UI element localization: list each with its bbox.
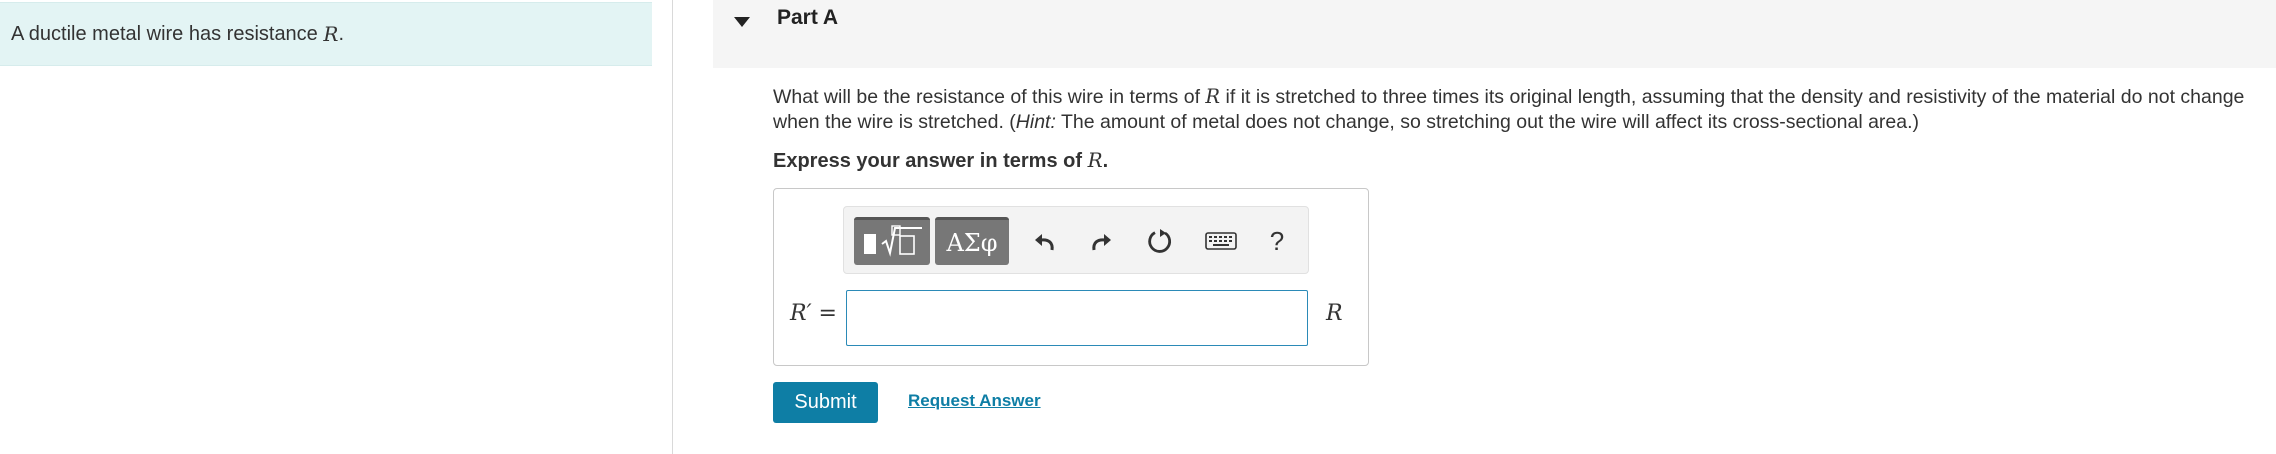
question-text-segment: The amount of metal does not change, so … [1055, 111, 1920, 133]
question-text-segment: What will be the resistance of this wire… [773, 86, 1206, 108]
question-text: What will be the resistance of this wire… [773, 84, 2263, 135]
part-header[interactable]: Part A [713, 0, 2276, 68]
greek-symbols-icon[interactable]: ΑΣφ [935, 217, 1009, 265]
column-divider [672, 0, 673, 454]
math-toolbar: ΑΣφ ? [843, 206, 1309, 274]
part-title: Part A [777, 6, 839, 29]
question-line-1: What will be the resistance of this wire… [773, 84, 2263, 110]
undo-icon[interactable] [1026, 223, 1062, 259]
submit-button[interactable]: Submit [773, 382, 878, 423]
instruction-text: Express your answer in terms of [773, 150, 1088, 172]
request-answer-link[interactable]: Request Answer [908, 391, 1041, 411]
answer-instruction: Express your answer in terms of R. [773, 148, 1108, 173]
question-line-2: when the wire is stretched. (Hint: The a… [773, 110, 2263, 135]
keyboard-icon[interactable] [1201, 223, 1241, 259]
instruction-tail: . [1102, 150, 1109, 172]
answer-input[interactable] [846, 290, 1308, 346]
intro-text: A ductile metal wire has resistance [11, 22, 318, 45]
redo-icon[interactable] [1084, 223, 1120, 259]
answer-variable-label: R′ = [790, 301, 837, 326]
question-text-segment: when the wire is stretched. ( [773, 111, 1016, 133]
intro-tail: . [338, 22, 344, 45]
instruction-variable: R [1087, 148, 1103, 172]
templates-icon[interactable] [854, 217, 930, 265]
reset-icon[interactable] [1142, 223, 1178, 259]
question-variable: R [1205, 85, 1221, 108]
help-icon[interactable]: ? [1259, 223, 1295, 259]
page: A ductile metal wire has resistance R. P… [0, 0, 2276, 454]
question-text-segment: if it is stretched to three times its or… [1220, 86, 2245, 108]
hint-label: Hint: [1015, 111, 1056, 133]
collapse-caret-icon[interactable] [732, 14, 752, 30]
intro-variable: R [323, 22, 339, 46]
problem-intro: A ductile metal wire has resistance R. [0, 2, 652, 66]
answer-box: ΑΣφ ? R′ = R [773, 188, 1369, 366]
answer-unit-label: R [1326, 301, 1343, 326]
